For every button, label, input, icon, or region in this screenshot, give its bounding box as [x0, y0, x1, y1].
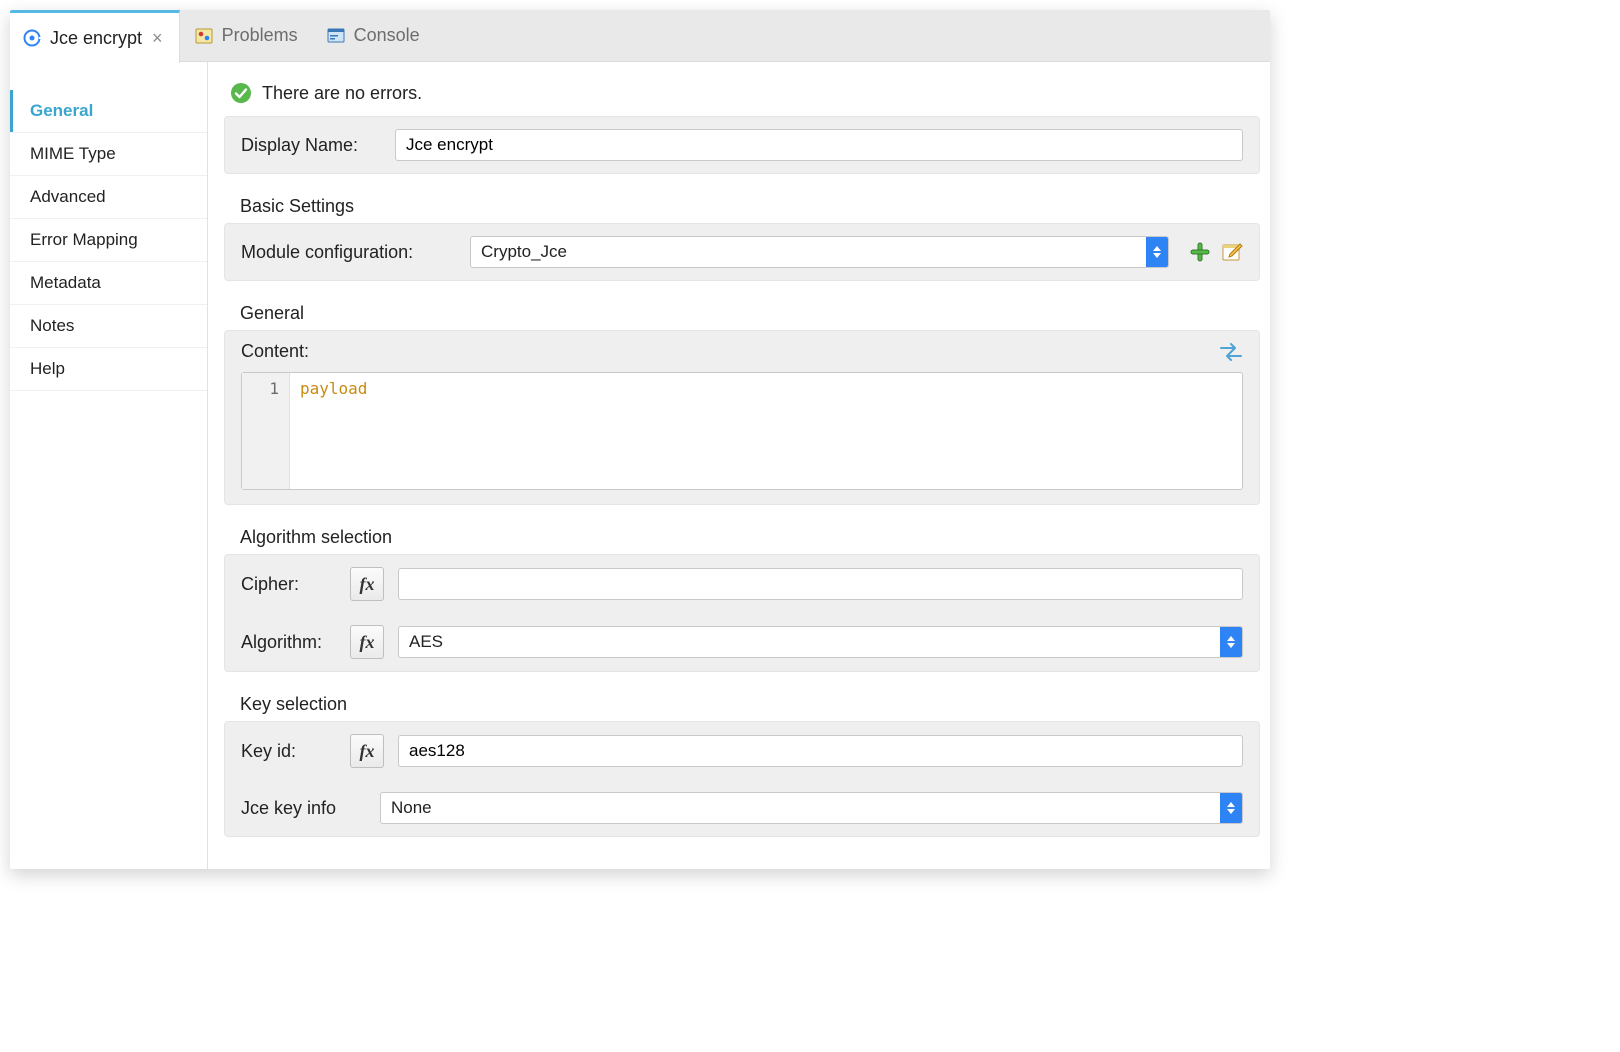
- status-row: There are no errors.: [224, 72, 1260, 116]
- cipher-fx-button[interactable]: fx: [350, 567, 384, 601]
- algorithm-select[interactable]: AES: [398, 626, 1243, 658]
- general-panel: Content: 1: [224, 330, 1260, 505]
- sidebar-item-metadata[interactable]: Metadata: [10, 261, 207, 304]
- editor-tabstrip: Jce encrypt × Problems: [10, 10, 1270, 62]
- algorithm-title: Algorithm selection: [224, 517, 1260, 554]
- algorithm-fx-button[interactable]: fx: [350, 625, 384, 659]
- switch-mode-button[interactable]: [1219, 342, 1243, 362]
- console-icon: [326, 26, 346, 46]
- module-config-label: Module configuration:: [241, 242, 456, 263]
- basic-settings-title: Basic Settings: [224, 186, 1260, 223]
- tab-label: Console: [354, 25, 420, 46]
- sidebar-item-label: MIME Type: [30, 144, 116, 163]
- jce-key-info-label: Jce key info: [241, 798, 366, 819]
- add-config-button[interactable]: [1189, 241, 1211, 263]
- status-message: There are no errors.: [262, 83, 422, 104]
- key-title: Key selection: [224, 684, 1260, 721]
- content-editor[interactable]: 1 payload: [241, 372, 1243, 490]
- algorithm-panel: Cipher: fx Algorithm: fx AES: [224, 554, 1260, 672]
- chevron-updown-icon: [1146, 237, 1168, 267]
- display-name-input[interactable]: [395, 129, 1243, 161]
- sidebar-item-label: Metadata: [30, 273, 101, 292]
- jce-key-info-value: None: [391, 798, 432, 818]
- line-number: 1: [242, 379, 289, 398]
- flow-icon: [22, 28, 42, 48]
- chevron-updown-icon: [1220, 627, 1242, 657]
- content-label: Content:: [241, 341, 309, 362]
- sidebar-item-label: Notes: [30, 316, 74, 335]
- cipher-input[interactable]: [398, 568, 1243, 600]
- sidebar-item-label: Advanced: [30, 187, 106, 206]
- edit-config-button[interactable]: [1221, 241, 1243, 263]
- tab-jce-encrypt[interactable]: Jce encrypt ×: [10, 10, 180, 63]
- algorithm-label: Algorithm:: [241, 632, 336, 653]
- sidebar-item-mime-type[interactable]: MIME Type: [10, 132, 207, 175]
- tab-label: Problems: [222, 25, 298, 46]
- properties-sidebar: General MIME Type Advanced Error Mapping…: [10, 62, 208, 869]
- sidebar-item-notes[interactable]: Notes: [10, 304, 207, 347]
- key-id-label: Key id:: [241, 741, 336, 762]
- display-name-label: Display Name:: [241, 135, 381, 156]
- jce-key-info-select[interactable]: None: [380, 792, 1243, 824]
- sidebar-item-label: Error Mapping: [30, 230, 138, 249]
- algorithm-value: AES: [409, 632, 443, 652]
- code-body: payload: [290, 373, 377, 489]
- key-id-fx-button[interactable]: fx: [350, 734, 384, 768]
- chevron-updown-icon: [1220, 793, 1242, 823]
- module-config-select[interactable]: Crypto_Jce: [470, 236, 1169, 268]
- code-gutter: 1: [242, 373, 290, 489]
- sidebar-item-help[interactable]: Help: [10, 347, 207, 391]
- editor-window: Jce encrypt × Problems: [10, 10, 1270, 869]
- key-panel: Key id: fx Jce key info None: [224, 721, 1260, 837]
- sidebar-item-error-mapping[interactable]: Error Mapping: [10, 218, 207, 261]
- sidebar-item-label: General: [30, 101, 93, 120]
- tab-console[interactable]: Console: [312, 10, 434, 61]
- problems-icon: [194, 26, 214, 46]
- code-token: payload: [300, 379, 367, 398]
- sidebar-item-label: Help: [30, 359, 65, 378]
- display-name-panel: Display Name:: [224, 116, 1260, 174]
- tab-label: Jce encrypt: [50, 28, 142, 49]
- key-id-input[interactable]: [398, 735, 1243, 767]
- general-title: General: [224, 293, 1260, 330]
- check-circle-icon: [230, 82, 252, 104]
- module-config-value: Crypto_Jce: [481, 242, 567, 262]
- tab-problems[interactable]: Problems: [180, 10, 312, 61]
- cipher-label: Cipher:: [241, 574, 336, 595]
- basic-settings-panel: Module configuration: Crypto_Jce: [224, 223, 1260, 281]
- close-icon[interactable]: ×: [150, 29, 165, 47]
- properties-content: There are no errors. Display Name: Basic…: [208, 62, 1270, 869]
- sidebar-item-general[interactable]: General: [10, 90, 207, 132]
- sidebar-item-advanced[interactable]: Advanced: [10, 175, 207, 218]
